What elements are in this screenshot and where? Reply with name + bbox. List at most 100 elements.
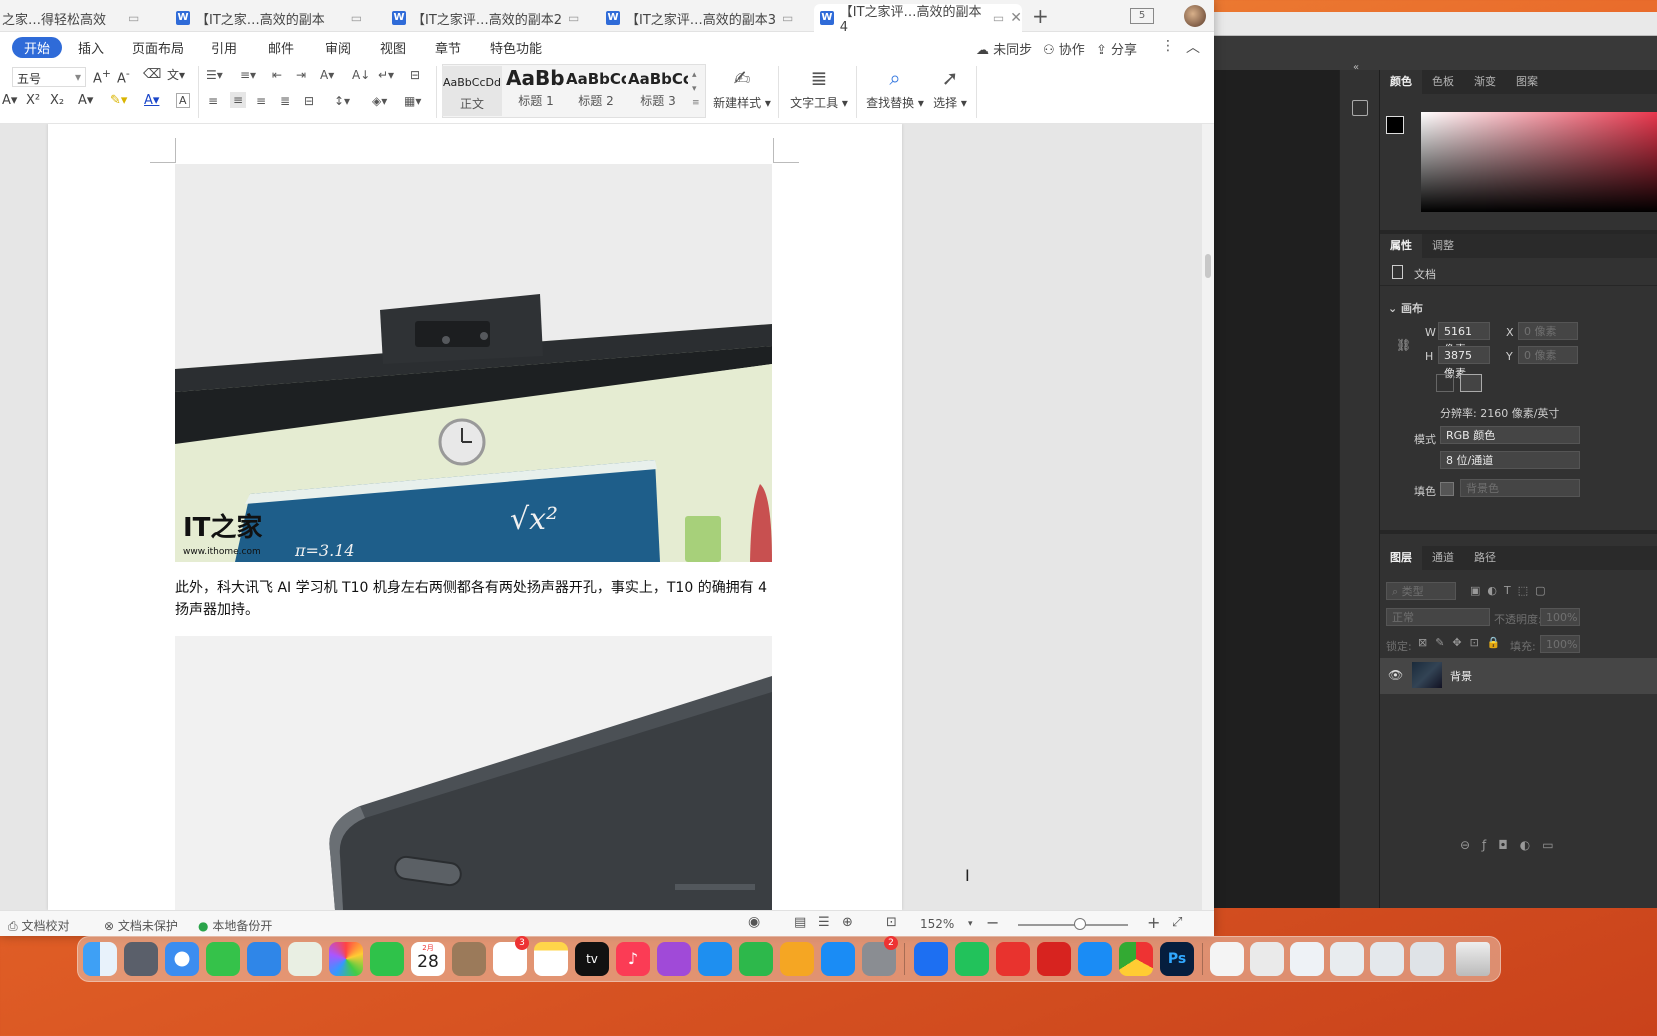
find-replace-button[interactable]: ⌕ 查找替换 ▾ (864, 66, 926, 111)
show-hide-icon[interactable]: ↵▾ (378, 68, 394, 82)
podcasts-icon[interactable] (657, 942, 691, 976)
wps-office-icon[interactable] (996, 942, 1030, 976)
x-field[interactable]: 0 像素 (1518, 322, 1578, 340)
backup-status[interactable]: ● 本地备份开 (198, 917, 272, 934)
mode-select[interactable]: RGB 颜色 (1440, 426, 1580, 444)
eye-icon[interactable]: 👁 (1388, 668, 1403, 682)
canvas-section-header[interactable]: ⌄ 画布 (1388, 300, 1423, 316)
menu-insert[interactable]: 插入 (78, 38, 104, 57)
web-view-icon[interactable]: ⊕ (842, 915, 853, 930)
lock-icons[interactable]: ⊠✎✥⊡🔒 (1418, 636, 1509, 649)
fill-percent-field[interactable]: 100% (1540, 635, 1580, 653)
article-image-1[interactable]: √x² π=3.14 IT之家 www.ithome.com (175, 164, 772, 562)
fullscreen-icon[interactable]: ⤢ (1172, 915, 1182, 930)
avatar[interactable] (1184, 5, 1206, 27)
reminders-icon[interactable]: 3 (493, 936, 529, 976)
text-style-icon[interactable]: A▾ (78, 93, 93, 108)
tab-color[interactable]: 颜色 (1380, 70, 1422, 94)
recent-document-icon[interactable] (1210, 942, 1244, 976)
tab-count-badge[interactable]: 5 (1130, 8, 1154, 24)
netease-music-icon[interactable] (1037, 942, 1071, 976)
color-picker-field[interactable] (1421, 112, 1657, 212)
zoom-dropdown-icon[interactable]: ▾ (968, 919, 973, 929)
y-field[interactable]: 0 像素 (1518, 346, 1578, 364)
proofread-button[interactable]: ⎙ 文档校对 (8, 917, 69, 934)
menu-references[interactable]: 引用 (211, 38, 237, 57)
wechat-icon[interactable] (955, 942, 989, 976)
eye-protection-icon[interactable]: ◉ (748, 914, 760, 930)
tab-layers[interactable]: 图层 (1380, 546, 1422, 570)
screenshot-stack-icon[interactable] (1290, 942, 1324, 976)
line-spacing-icon[interactable]: ↕▾ (334, 94, 350, 108)
vertical-scrollbar[interactable] (1202, 124, 1214, 910)
page-view-icon[interactable]: ▤ (794, 915, 806, 930)
new-tab-icon[interactable]: + (1032, 4, 1049, 28)
depth-select[interactable]: 8 位/通道 (1440, 451, 1580, 469)
style-heading-2[interactable]: AaBbCc 标题 2 (566, 66, 626, 116)
close-tab-icon[interactable]: ✕ (1010, 10, 1022, 26)
bullet-list-icon[interactable]: ☰▾ (206, 68, 223, 82)
pages-icon[interactable] (780, 942, 814, 976)
select-button[interactable]: ➚ 选择 ▾ (930, 66, 970, 111)
table-tab-icon[interactable]: ⊟ (410, 68, 420, 82)
app-store-icon[interactable] (821, 942, 855, 976)
tab-patterns[interactable]: 图案 (1506, 70, 1548, 94)
tab-swatches[interactable]: 色板 (1422, 70, 1464, 94)
clear-format-icon[interactable]: ⌫ (143, 67, 161, 82)
layer-filter-select[interactable]: ⌕ 类型 (1386, 582, 1456, 600)
fill-select[interactable]: 背景色 (1460, 479, 1580, 497)
blend-mode-select[interactable]: 正常 (1386, 608, 1490, 626)
finder-icon[interactable] (83, 942, 117, 976)
opacity-field[interactable]: 100% (1540, 608, 1580, 626)
subscript-icon[interactable]: X₂ (50, 93, 64, 108)
menu-special[interactable]: 特色功能 (490, 38, 542, 57)
downloads-stack-icon[interactable] (1250, 942, 1284, 976)
decrease-font-icon[interactable]: A- (117, 67, 130, 86)
numbers-icon[interactable] (739, 942, 773, 976)
mail-icon[interactable] (247, 942, 281, 976)
layer-filter-icons[interactable]: ▣◐T⬚▢ (1470, 584, 1553, 597)
tab-properties[interactable]: 属性 (1380, 234, 1422, 258)
calendar-icon[interactable]: 2月 28 (411, 942, 445, 976)
tab-gradients[interactable]: 渐变 (1464, 70, 1506, 94)
menu-page-layout[interactable]: 页面布局 (132, 38, 184, 57)
style-heading-1[interactable]: AaBb( 标题 1 (506, 66, 566, 116)
font-color-icon[interactable]: A▾ (144, 93, 159, 108)
menu-view[interactable]: 视图 (380, 38, 406, 57)
keynote-icon[interactable] (698, 942, 732, 976)
doc-tab-2[interactable]: W 【IT之家…高效的副本 ▭ (176, 4, 366, 32)
decrease-indent-icon[interactable]: ⇤ (272, 68, 282, 82)
gallery-scroll-icon[interactable]: ▴ ▾ ≡ (692, 68, 700, 110)
align-left-icon[interactable]: ≡ (208, 94, 218, 108)
apple-tv-icon[interactable]: tv (575, 942, 609, 976)
qq-icon[interactable] (1078, 942, 1112, 976)
history-icon[interactable] (1352, 100, 1368, 116)
system-settings-icon[interactable]: 2 (862, 936, 898, 976)
justify-icon[interactable]: ≣ (280, 94, 290, 108)
share-button[interactable]: ⇪ 分享 (1096, 39, 1137, 58)
highlight-icon[interactable]: ✎▾ (110, 93, 127, 108)
sort-icon[interactable]: A↓ (352, 68, 370, 82)
scroll-thumb[interactable] (1205, 254, 1211, 278)
menu-home[interactable]: 开始 (12, 37, 63, 58)
doc-tab-4[interactable]: W 【IT之家评…高效的副本3 ▭ (606, 4, 806, 32)
zoom-value[interactable]: 152% (920, 917, 954, 931)
text-effect-icon[interactable]: A▾ (2, 93, 17, 108)
protect-status[interactable]: ⊗ 文档未保护 (104, 917, 178, 934)
collab-button[interactable]: ⚇ 协作 (1043, 39, 1085, 58)
doc-tab-1[interactable]: 之家…得轻松高效 ▭ (0, 4, 160, 32)
increase-font-icon[interactable]: A+ (93, 67, 111, 86)
photos-icon[interactable] (329, 942, 363, 976)
documents-stack-icon[interactable] (1370, 942, 1404, 976)
zoom-out-icon[interactable]: − (986, 913, 999, 932)
fill-swatch[interactable] (1440, 482, 1454, 496)
chrome-icon[interactable] (1119, 942, 1153, 976)
trash-icon[interactable] (1456, 942, 1490, 976)
zoom-in-icon[interactable]: + (1147, 913, 1160, 932)
portrait-orientation-icon[interactable] (1436, 374, 1454, 392)
music-icon[interactable]: ♪ (616, 942, 650, 976)
zoom-slider-track[interactable] (1018, 924, 1128, 926)
collapse-panel-icon[interactable]: « (1353, 62, 1359, 73)
launchpad-icon[interactable] (124, 942, 158, 976)
distribute-icon[interactable]: ⊟ (304, 94, 314, 108)
